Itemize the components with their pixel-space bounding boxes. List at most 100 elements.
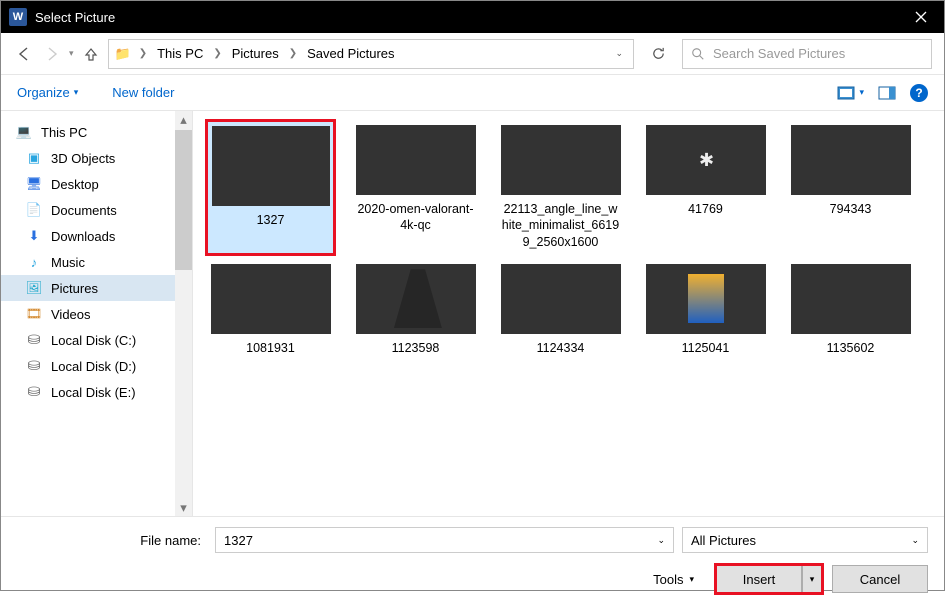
view-thumbnails-button[interactable]: ▾	[837, 86, 864, 100]
sidebar-item-disk-c[interactable]: ⛁Local Disk (C:)	[1, 327, 192, 353]
filter-value: All Pictures	[691, 533, 756, 548]
pictures-icon: 🖼	[25, 280, 43, 296]
thumbnail-image	[356, 264, 476, 334]
thumbnail-image	[212, 126, 330, 206]
filename-input[interactable]: 1327 ⌄	[215, 527, 674, 553]
thumbnail-label: 1327	[257, 212, 285, 228]
help-button[interactable]: ?	[910, 84, 928, 102]
disk-icon: ⛁	[23, 332, 45, 348]
breadcrumb-dropdown[interactable]: ⌄	[609, 48, 629, 59]
up-button[interactable]	[80, 43, 102, 65]
sidebar-item-3d-objects[interactable]: ▣3D Objects	[1, 145, 192, 171]
insert-dropdown[interactable]: ▾	[802, 565, 822, 593]
insert-button[interactable]: Insert	[716, 565, 802, 593]
sidebar-item-label: Desktop	[51, 177, 99, 192]
chevron-down-icon[interactable]: ⌄	[911, 535, 919, 546]
chevron-down-icon: ▾	[689, 574, 694, 585]
file-thumb[interactable]: 2020-omen-valorant-4k-qc	[352, 121, 479, 254]
file-thumb[interactable]: 1123598	[352, 260, 479, 360]
sidebar-scrollbar[interactable]: ▴ ▾	[175, 111, 192, 516]
preview-pane-button[interactable]	[878, 86, 896, 100]
chevron-down-icon: ▾	[74, 87, 79, 98]
breadcrumb-l2[interactable]: Saved Pictures	[303, 44, 398, 63]
sidebar-item-label: This PC	[41, 125, 87, 140]
sidebar-item-label: Local Disk (D:)	[51, 359, 136, 374]
chevron-down-icon: ▾	[810, 574, 815, 585]
file-thumb[interactable]: 22113_angle_line_white_minimalist_66199_…	[497, 121, 624, 254]
chevron-down-icon: ▾	[859, 87, 864, 98]
sidebar: 💻 This PC ▣3D Objects 🖥Desktop 📄Document…	[1, 111, 193, 516]
thumbnail-image	[211, 264, 331, 334]
thumbnail-label: 2020-omen-valorant-4k-qc	[356, 201, 475, 234]
sidebar-item-music[interactable]: ♪Music	[1, 249, 192, 275]
folder-icon: 📁	[115, 46, 131, 62]
footer: File name: 1327 ⌄ All Pictures ⌄ Tools ▾…	[1, 516, 944, 607]
file-thumb[interactable]: 1081931	[207, 260, 334, 360]
refresh-button[interactable]	[640, 46, 676, 61]
window-title: Select Picture	[35, 10, 115, 25]
file-thumb[interactable]: 1135602	[787, 260, 914, 360]
file-thumb[interactable]: 1125041	[642, 260, 769, 360]
thumbnail-image	[646, 125, 766, 195]
body: 💻 This PC ▣3D Objects 🖥Desktop 📄Document…	[1, 111, 944, 516]
forward-button[interactable]	[41, 43, 63, 65]
chevron-right-icon[interactable]: ❯	[285, 48, 301, 59]
close-button[interactable]	[898, 1, 944, 33]
sidebar-item-disk-d[interactable]: ⛁ Local Disk (D:)	[1, 353, 192, 379]
sidebar-item-label: Documents	[51, 203, 117, 218]
search-placeholder: Search Saved Pictures	[713, 46, 845, 61]
file-thumb[interactable]: 1327	[207, 121, 334, 254]
cancel-button[interactable]: Cancel	[832, 565, 928, 593]
sidebar-item-pictures[interactable]: 🖼 Pictures	[1, 275, 192, 301]
scroll-down-icon[interactable]: ▾	[175, 499, 192, 516]
tools-menu[interactable]: Tools ▾	[653, 572, 694, 587]
disk-icon: ⛁	[23, 384, 45, 400]
chevron-right-icon[interactable]: ❯	[209, 48, 225, 59]
thumbnail-image	[791, 125, 911, 195]
scroll-up-icon[interactable]: ▴	[175, 111, 192, 128]
thumbnail-image	[501, 264, 621, 334]
filename-label: File name:	[17, 533, 207, 548]
insert-button-highlight: Insert ▾	[716, 565, 822, 593]
search-input[interactable]: Search Saved Pictures	[682, 39, 932, 69]
sidebar-item-disk-e[interactable]: ⛁ Local Disk (E:)	[1, 379, 192, 405]
thumbnail-image	[501, 125, 621, 195]
sidebar-item-label: Local Disk (E:)	[51, 385, 136, 400]
file-type-filter[interactable]: All Pictures ⌄	[682, 527, 928, 553]
thumbnail-label: 1123598	[392, 340, 440, 356]
chevron-right-icon[interactable]: ❯	[135, 48, 151, 59]
thumbnail-label: 1124334	[537, 340, 585, 356]
sidebar-item-downloads[interactable]: ⬇ Downloads	[1, 223, 192, 249]
breadcrumb-l1[interactable]: Pictures	[228, 44, 283, 63]
breadcrumb-root[interactable]: This PC	[153, 44, 207, 63]
thumbnail-label: 22113_angle_line_white_minimalist_66199_…	[501, 201, 620, 250]
chevron-down-icon[interactable]: ⌄	[657, 535, 665, 546]
sidebar-item-desktop[interactable]: 🖥Desktop	[1, 171, 192, 197]
file-grid: 1327 2020-omen-valorant-4k-qc 22113_angle_…	[193, 111, 944, 516]
thumbnail-label: 1125041	[682, 340, 730, 356]
pc-icon: 💻	[15, 124, 33, 140]
sidebar-item-videos[interactable]: 🎞Videos	[1, 301, 192, 327]
thumbnail-label: 1135602	[827, 340, 875, 356]
sidebar-item-documents[interactable]: 📄Documents	[1, 197, 192, 223]
scroll-thumb[interactable]	[175, 130, 192, 270]
downloads-icon: ⬇	[25, 228, 43, 244]
sidebar-item-label: Pictures	[51, 281, 98, 296]
file-thumb[interactable]: 794343	[787, 121, 914, 254]
breadcrumb[interactable]: 📁 ❯ This PC ❯ Pictures ❯ Saved Pictures …	[108, 39, 634, 69]
file-thumb[interactable]: 41769	[642, 121, 769, 254]
thumbnail-label: 1081931	[246, 340, 295, 356]
navbar: ▾ 📁 ❯ This PC ❯ Pictures ❯ Saved Picture…	[1, 33, 944, 75]
history-dropdown[interactable]: ▾	[69, 48, 74, 59]
disk-icon: ⛁	[23, 358, 45, 374]
organize-menu[interactable]: Organize ▾	[17, 85, 78, 100]
sidebar-item-label: Downloads	[51, 229, 115, 244]
filename-value: 1327	[224, 533, 253, 548]
back-button[interactable]	[13, 43, 35, 65]
file-thumb[interactable]: 1124334	[497, 260, 624, 360]
sidebar-item-this-pc[interactable]: 💻 This PC	[1, 119, 192, 145]
sidebar-item-label: Music	[51, 255, 85, 270]
sidebar-item-label: 3D Objects	[51, 151, 115, 166]
toolbar: Organize ▾ New folder ▾ ?	[1, 75, 944, 111]
new-folder-button[interactable]: New folder	[112, 85, 174, 100]
